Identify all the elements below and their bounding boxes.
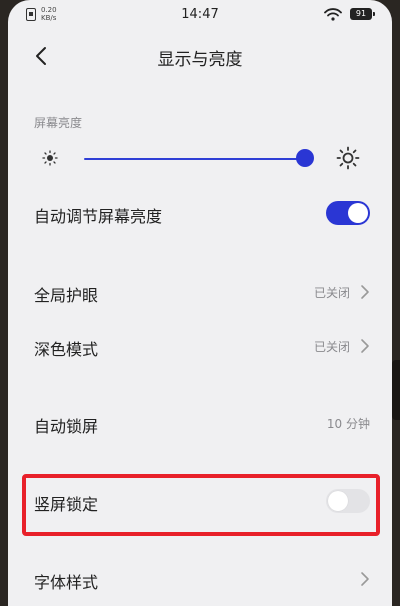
brightness-section-label: 屏幕亮度 [34,116,83,130]
auto-brightness-toggle[interactable] [326,201,370,225]
dark-mode-label: 深色模式 [34,340,99,359]
chevron-right-icon [361,339,369,353]
eye-protection-row[interactable]: 全局护眼 已关闭 [8,272,392,312]
auto-brightness-label: 自动调节屏幕亮度 [34,207,163,226]
brightness-high-icon [336,146,360,170]
brightness-slider-row [8,140,392,176]
highlight-annotation [22,474,380,536]
eye-protection-value: 已关闭 [313,286,350,300]
page-title: 显示与亮度 [157,50,243,70]
nav-bar: 显示与亮度 [8,36,392,76]
auto-lock-row[interactable]: 自动锁屏 10 分钟 [8,403,392,443]
brightness-slider-thumb[interactable] [296,149,314,167]
brightness-low-icon [42,150,58,166]
font-style-row[interactable]: 字体样式 [8,559,392,599]
auto-brightness-row[interactable]: 自动调节屏幕亮度 [8,193,392,233]
phone-screen: 0.20 KB/s 14:47 91 显示与亮度 屏幕亮度 自动调节屏幕亮度 全… [8,0,392,606]
battery-indicator: 91 [350,8,375,20]
wifi-icon [324,8,342,21]
auto-lock-label: 自动锁屏 [34,417,99,436]
eye-protection-label: 全局护眼 [34,286,99,305]
dark-mode-value: 已关闭 [313,340,350,354]
side-hardware-button [392,360,400,420]
chevron-right-icon [361,572,369,586]
auto-lock-value: 10 分钟 [326,417,370,431]
chevron-right-icon [361,285,369,299]
font-style-label: 字体样式 [34,573,99,592]
dark-mode-row[interactable]: 深色模式 已关闭 [8,326,392,366]
brightness-slider-track[interactable] [84,158,306,160]
status-bar: 0.20 KB/s 14:47 91 [8,0,392,30]
